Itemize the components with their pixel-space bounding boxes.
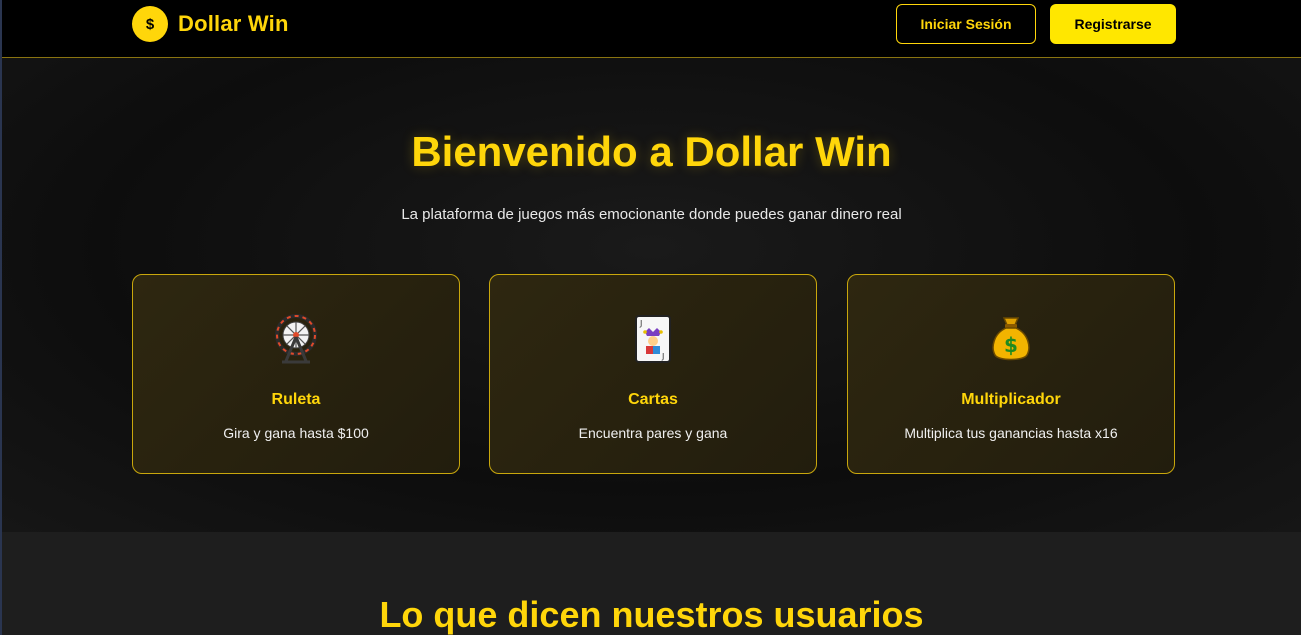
joker-card-icon: J J — [490, 311, 816, 367]
game-card-multiplicador[interactable]: $ Multiplicador Multiplica tus ganancias… — [847, 274, 1175, 474]
money-bag-icon: $ — [848, 311, 1174, 367]
page: $ Dollar Win Iniciar Sesión Registrarse … — [0, 0, 1301, 635]
brand-logo[interactable]: $ Dollar Win — [132, 6, 289, 42]
game-description: Encuentra pares y gana — [578, 425, 728, 441]
testimonials-section: Lo que dicen nuestros usuarios — [2, 532, 1301, 635]
hero-section: Bienvenido a Dollar Win La plataforma de… — [2, 58, 1301, 532]
hero-subtitle: La plataforma de juegos más emocionante … — [401, 206, 902, 223]
game-title: Multiplicador — [961, 391, 1061, 408]
game-description: Multiplica tus ganancias hasta x16 — [904, 425, 1118, 441]
game-card-cartas[interactable]: J J Cartas Encuentra pares y gana — [489, 274, 817, 474]
svg-text:J: J — [639, 319, 642, 328]
game-description: Gira y gana hasta $100 — [223, 425, 369, 441]
dollar-coin-icon: $ — [132, 6, 168, 42]
hero-title: Bienvenido a Dollar Win — [411, 128, 892, 175]
navbar: $ Dollar Win Iniciar Sesión Registrarse — [2, 0, 1301, 58]
ferris-wheel-icon — [133, 311, 459, 367]
svg-text:$: $ — [1004, 333, 1018, 357]
brand-name: Dollar Win — [178, 11, 289, 36]
game-card-ruleta[interactable]: Ruleta Gira y gana hasta $100 — [132, 274, 460, 474]
game-title: Ruleta — [271, 391, 321, 408]
svg-text:J: J — [661, 352, 664, 361]
register-button[interactable]: Registrarse — [1050, 4, 1176, 44]
testimonials-title: Lo que dicen nuestros usuarios — [379, 594, 924, 635]
game-title: Cartas — [628, 391, 678, 408]
login-button[interactable]: Iniciar Sesión — [896, 4, 1036, 44]
